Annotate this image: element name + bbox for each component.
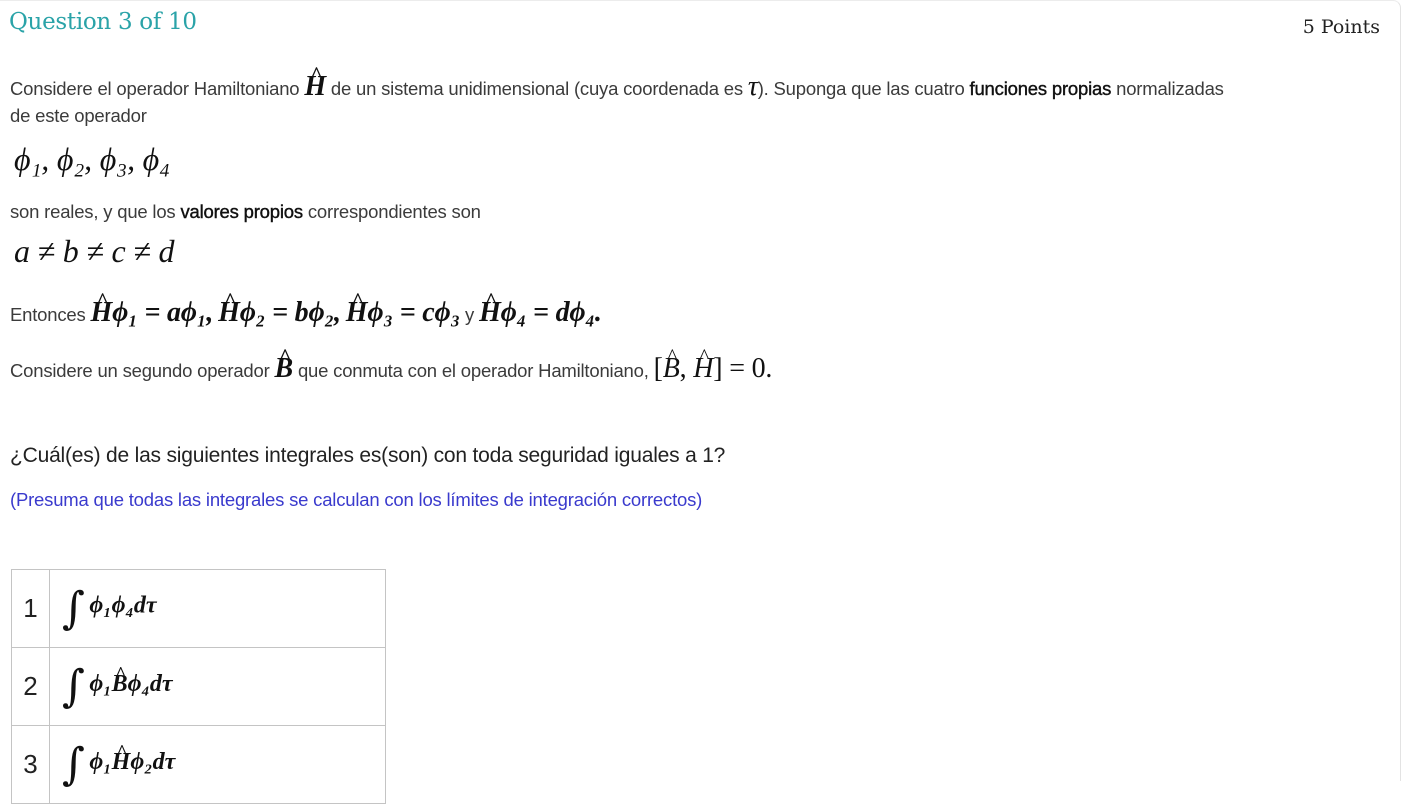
eigen-equations: Entonces Hϕ₁ = aϕ₁, Hϕ₂ = bϕ₂, Hϕ₃ = cϕ₃…: [10, 297, 602, 329]
question-prompt: ¿Cuál(es) de las siguientes integrales e…: [10, 444, 726, 467]
text: Considere un segundo operador: [10, 360, 270, 381]
bold-term-eigenvalues: valores propios: [180, 201, 303, 222]
eigenvalues-inequality: a ≠ b ≠ c ≠ d: [14, 233, 175, 269]
question-hint: (Presuma que todas las integrales se cal…: [10, 489, 703, 510]
commutator-expression: [B, H] = 0.: [654, 353, 773, 384]
option-number: 1: [11, 569, 50, 648]
tau-symbol: τ: [747, 71, 758, 102]
points-label: 5 Points: [1302, 16, 1380, 38]
integral-sign: ∫: [62, 583, 85, 634]
text: normalizadas: [1116, 78, 1224, 99]
option-number: 3: [11, 725, 50, 804]
table-row: 1 ∫ ϕ₁ϕ₄dτ: [11, 569, 386, 648]
equation-4: Hϕ₄ = dϕ₄.: [479, 297, 602, 328]
table-row: 3 ∫ ϕ₁Hϕ₂dτ: [11, 725, 386, 804]
text: que conmuta con el operador Hamiltoniano…: [297, 360, 649, 381]
text: Entonces: [10, 304, 86, 325]
text: ). Suponga que las cuatro: [757, 78, 965, 99]
integrand: ϕ₁Hϕ₂dτ: [89, 749, 175, 775]
equation-3: Hϕ₃ = cϕ₃: [346, 297, 461, 328]
operator-b-symbol: B: [275, 353, 294, 384]
hamiltonian-symbol: H: [304, 71, 326, 102]
commutator-paragraph: Considere un segundo operador B que conm…: [10, 353, 772, 385]
text: Considere el operador Hamiltoniano: [10, 78, 300, 99]
option-integral: ∫ ϕ₁Bϕ₄dτ: [49, 647, 386, 726]
options-table: 1 ∫ ϕ₁ϕ₄dτ 2 ∫ ϕ₁Bϕ₄dτ 3 ∫ ϕ₁Hϕ₂dτ: [11, 569, 386, 804]
option-integral: ∫ ϕ₁Hϕ₂dτ: [49, 725, 386, 804]
bold-term-eigenfunctions: funciones propias: [969, 78, 1112, 99]
equation-1: Hϕ₁ = aϕ₁,: [91, 297, 214, 328]
eigenfunctions-list: ϕ₁, ϕ₂, ϕ₃, ϕ₄: [14, 141, 170, 177]
integrand: ϕ₁ϕ₄dτ: [89, 592, 157, 619]
question-number: Question 3 of 10: [9, 9, 197, 35]
eigenvalues-paragraph: son reales, y que los valores propios co…: [10, 201, 481, 223]
text: correspondientes son: [307, 201, 481, 222]
table-row: 2 ∫ ϕ₁Bϕ₄dτ: [11, 647, 386, 726]
text: y: [465, 304, 475, 325]
option-number: 2: [11, 647, 50, 726]
integral-sign: ∫: [62, 661, 85, 712]
integral-sign: ∫: [62, 739, 85, 790]
option-integral: ∫ ϕ₁ϕ₄dτ: [49, 569, 386, 648]
text: son reales, y que los: [10, 201, 176, 222]
question-card: Question 3 of 10 5 Points Considere el o…: [0, 0, 1401, 804]
integrand: ϕ₁Bϕ₄dτ: [89, 671, 172, 697]
equation-2: Hϕ₂ = bϕ₂,: [218, 297, 341, 328]
intro-paragraph-line1: Considere el operador Hamiltoniano H de …: [10, 71, 1224, 103]
text: de un sistema unidimensional (cuya coord…: [330, 78, 743, 99]
intro-paragraph-line2: de este operador: [10, 105, 147, 126]
